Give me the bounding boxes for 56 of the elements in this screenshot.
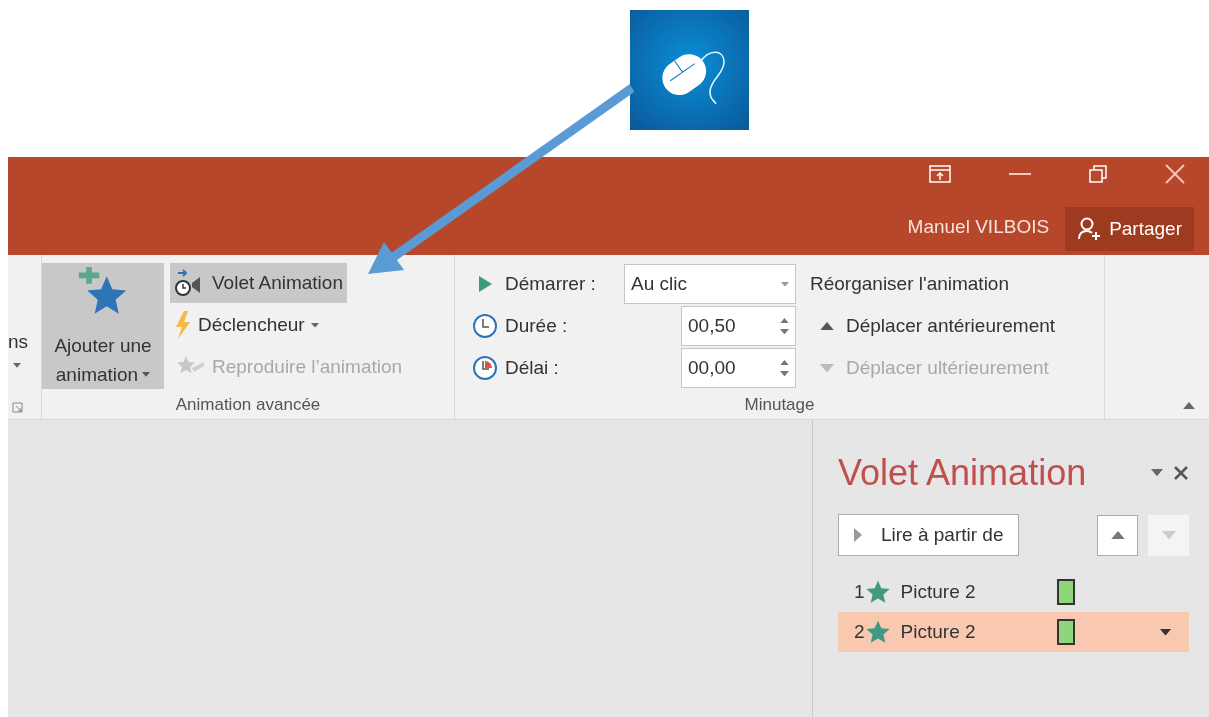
clock-icon xyxy=(472,355,498,381)
pane-title: Volet Animation xyxy=(838,451,1087,495)
field-label: Délai : xyxy=(505,355,560,380)
collapse-ribbon-icon xyxy=(1183,401,1195,409)
timeline-bar xyxy=(1056,619,1075,645)
animation-list-item[interactable]: 2 Picture 2 xyxy=(838,612,1189,652)
caret-icon xyxy=(13,363,21,368)
close-icon[interactable] xyxy=(1173,465,1189,481)
pane-options-icon xyxy=(1151,469,1163,477)
ribbon-display-icon[interactable] xyxy=(929,165,951,183)
share-button[interactable]: Partager xyxy=(1065,207,1194,251)
user-name[interactable]: Manuel VILBOIS xyxy=(907,212,1050,241)
ribbon-button[interactable]: Déclencheur xyxy=(170,305,323,345)
lightning-icon xyxy=(174,311,192,339)
restore-icon[interactable] xyxy=(1089,165,1107,183)
down-arrow-icon xyxy=(820,363,834,373)
star-icon xyxy=(864,619,891,645)
up-arrow-icon xyxy=(820,321,834,331)
spin-up-icon xyxy=(780,317,789,323)
move-up-button[interactable] xyxy=(1097,514,1138,556)
dialog-launcher-icon[interactable] xyxy=(12,402,23,413)
person-plus-icon xyxy=(1077,217,1102,241)
play-from-button[interactable]: Lire à partir de xyxy=(838,514,1019,556)
star-icon xyxy=(864,579,891,605)
item-name: Picture 2 xyxy=(900,619,977,644)
start-dropdown[interactable]: Au clic xyxy=(624,264,796,304)
spin-down-icon xyxy=(780,329,789,335)
spin-field[interactable]: 00,00 xyxy=(681,348,796,388)
spin-field[interactable]: 00,50 xyxy=(681,306,796,346)
play-icon xyxy=(477,275,493,293)
item-number: 1 xyxy=(854,579,865,604)
item-name: Picture 2 xyxy=(900,579,977,604)
reorder-button[interactable]: Déplacer antérieurement xyxy=(810,305,1056,347)
ribbon-button[interactable]: Volet Animation xyxy=(170,263,347,303)
item-menu-icon xyxy=(1160,628,1171,636)
animation-list-item[interactable]: 1 Picture 2 xyxy=(838,572,1189,612)
caret-icon xyxy=(142,372,151,377)
group-label: Animation avancée xyxy=(174,393,322,416)
play-icon xyxy=(853,527,863,543)
up-arrow-icon xyxy=(1110,530,1125,540)
add-animation-button[interactable]: Ajouter une animation xyxy=(42,263,164,389)
field-label: Démarrer : xyxy=(505,271,597,296)
mouse-tile-icon xyxy=(630,10,749,130)
down-arrow-icon xyxy=(1161,530,1176,540)
caret-icon xyxy=(310,322,319,328)
reorder-heading: Réorganiser l'animation xyxy=(810,271,1010,296)
spin-up-icon xyxy=(780,359,789,365)
minimize-icon[interactable] xyxy=(1009,172,1031,176)
field-label: Durée : xyxy=(505,313,569,338)
group-label: Minutage xyxy=(743,393,816,416)
clock-icon xyxy=(472,313,498,339)
spin-down-icon xyxy=(780,371,789,377)
caret-icon xyxy=(781,281,789,287)
timeline-bar xyxy=(1056,579,1075,605)
item-number: 2 xyxy=(854,619,865,644)
group-button-label[interactable]: ns xyxy=(8,329,41,355)
